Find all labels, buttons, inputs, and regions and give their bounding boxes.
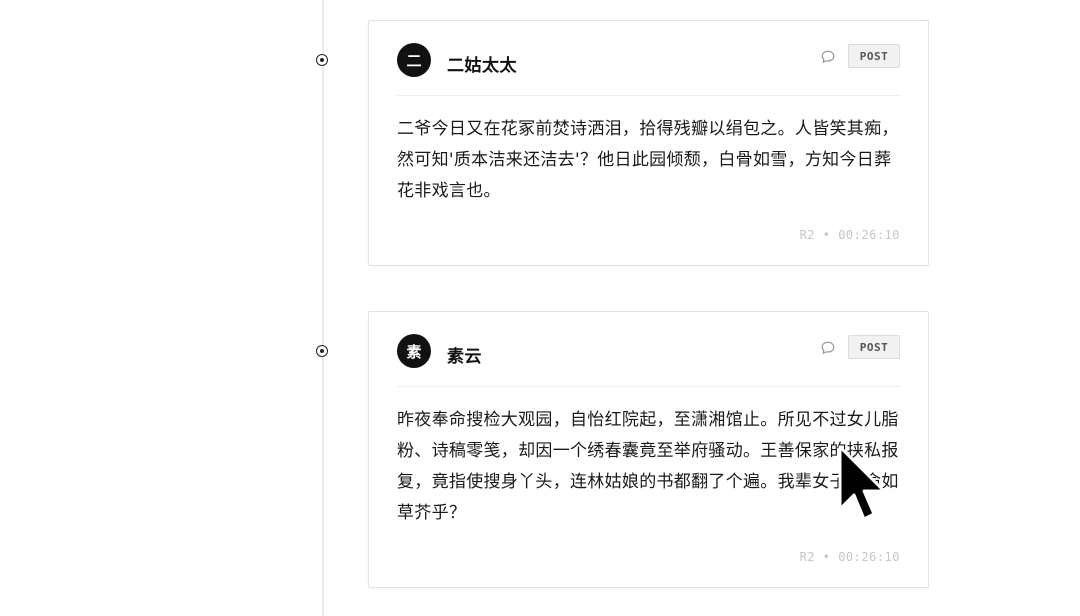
post-timestamp: R2 • 00:26:10 xyxy=(799,228,900,242)
card-header-divider xyxy=(397,312,900,387)
post-card: 二 二姑太太 POST 二爷今日又在花冢前焚诗洒泪，拾得残瓣以绢包之。人皆笑其痴… xyxy=(368,20,929,266)
mouse-pointer-icon xyxy=(838,445,886,521)
card-header-divider xyxy=(397,21,900,96)
post-timestamp: R2 • 00:26:10 xyxy=(799,550,900,564)
timeline-line xyxy=(322,0,324,616)
post-content: 二爷今日又在花冢前焚诗洒泪，拾得残瓣以绢包之。人皆笑其痴，然可知'质本洁来还洁去… xyxy=(397,119,899,201)
timeline-dot-icon xyxy=(316,54,328,66)
timeline-dot-icon xyxy=(316,345,328,357)
